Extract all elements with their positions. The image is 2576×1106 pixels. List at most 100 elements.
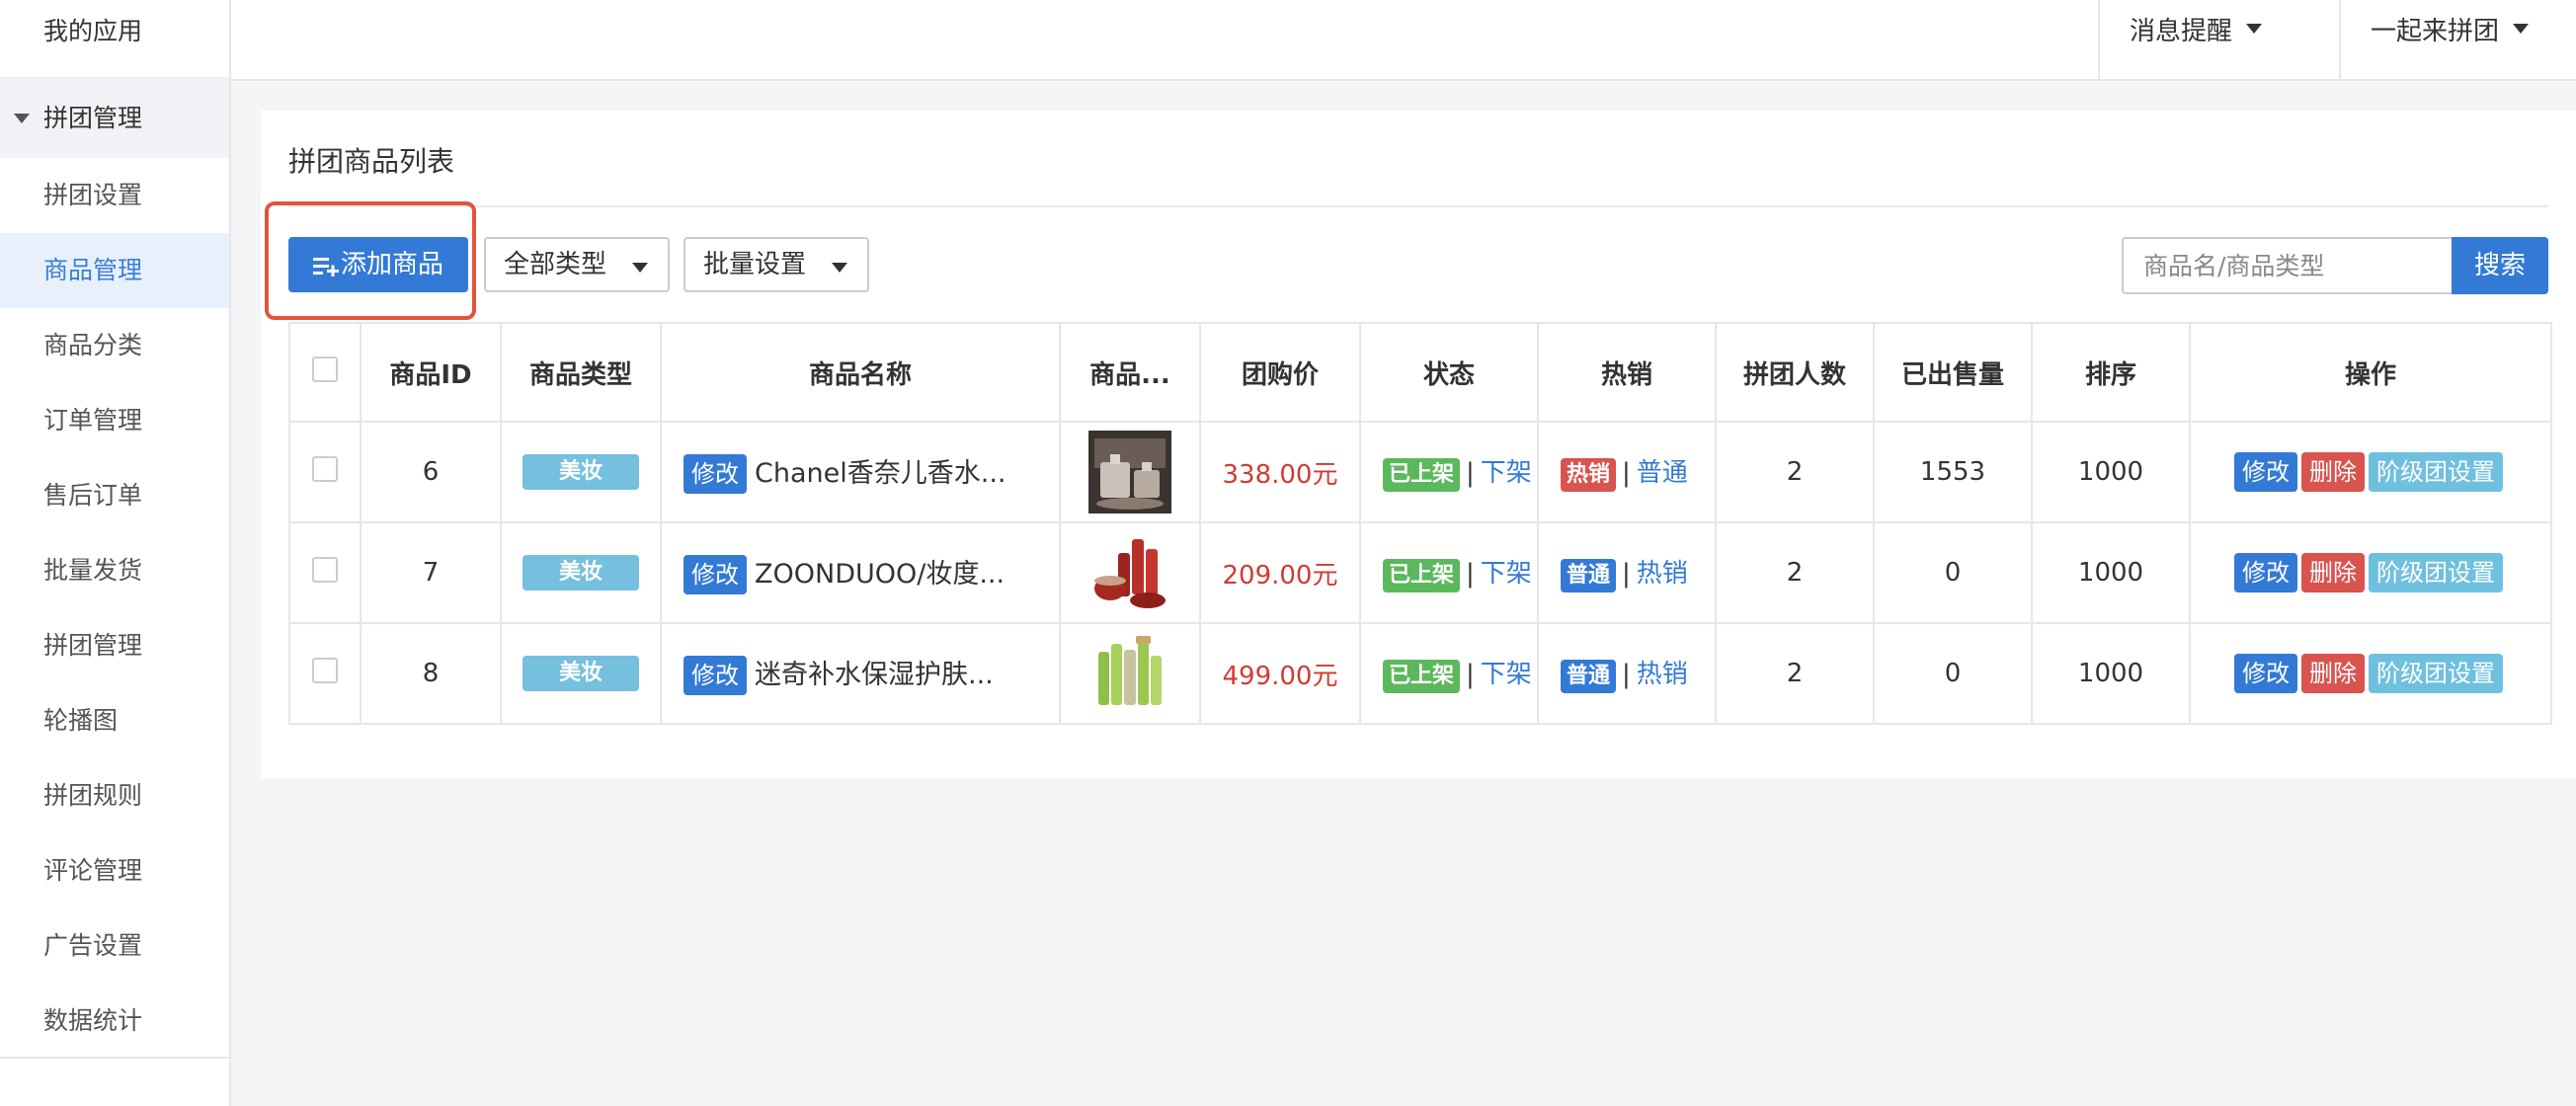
- row-select-cell: [288, 521, 362, 624]
- product-id: 8: [360, 622, 502, 725]
- nav-group-pintuan[interactable]: 拼团管理: [0, 79, 229, 158]
- column-header[interactable]: 热销: [1537, 322, 1717, 423]
- sidebar-item-product-category[interactable]: 商品分类: [0, 308, 229, 383]
- edit-name-button[interactable]: 修改: [684, 655, 747, 695]
- unlist-link[interactable]: 下架: [1481, 458, 1532, 488]
- hot-cell: 热销 | 普通: [1537, 421, 1717, 523]
- add-product-button[interactable]: 添加商品: [288, 237, 468, 292]
- sidebar-item-pintuan-settings[interactable]: 拼团设置: [0, 158, 229, 233]
- type-filter-label: 全部类型: [504, 250, 607, 279]
- sidebar-item-order-management[interactable]: 订单管理: [0, 383, 229, 458]
- unlist-link[interactable]: 下架: [1481, 559, 1532, 589]
- set-hot-link[interactable]: 热销: [1637, 559, 1688, 589]
- hot-badge: 热销: [1561, 458, 1617, 492]
- hot-cell: 普通 | 热销: [1537, 622, 1717, 725]
- column-header[interactable]: 状态: [1359, 322, 1539, 423]
- operations-cell: 修改 删除 阶级团设置: [2189, 521, 2552, 624]
- notifications-menu[interactable]: 消息提醒: [2098, 0, 2339, 79]
- row-select-cell: [288, 622, 362, 725]
- unlist-link[interactable]: 下架: [1481, 660, 1532, 689]
- column-header[interactable]: 已出售量: [1873, 322, 2033, 423]
- product-image-cell: [1059, 521, 1201, 624]
- column-header[interactable]: 拼团人数: [1715, 322, 1875, 423]
- group-size: 2: [1715, 622, 1875, 725]
- row-checkbox[interactable]: [312, 455, 338, 482]
- sidebar-item-statistics[interactable]: 数据统计: [0, 984, 229, 1059]
- sort-value: 1000: [2031, 421, 2191, 523]
- row-checkbox[interactable]: [312, 657, 338, 683]
- search-button[interactable]: 搜索: [2452, 237, 2548, 294]
- select-all-checkbox[interactable]: [312, 356, 338, 382]
- sidebar-item-reviews[interactable]: 评论管理: [0, 833, 229, 908]
- search-input[interactable]: [2122, 237, 2452, 294]
- sidebar-item-rules[interactable]: 拼团规则: [0, 758, 229, 833]
- edit-name-button[interactable]: 修改: [684, 554, 747, 594]
- column-header[interactable]: 商品ID: [360, 322, 502, 423]
- batch-settings-dropdown[interactable]: 批量设置: [684, 237, 869, 292]
- sidebar-item-batch-shipping[interactable]: 批量发货: [0, 533, 229, 608]
- group-size: 2: [1715, 521, 1875, 624]
- tier-settings-button[interactable]: 阶级团设置: [2369, 553, 2503, 592]
- perfume-icon: [1088, 431, 1171, 514]
- column-header: 操作: [2189, 322, 2552, 423]
- delete-button[interactable]: 删除: [2301, 654, 2365, 693]
- caret-down-icon: [2246, 23, 2263, 34]
- set-normal-link[interactable]: 普通: [1637, 458, 1688, 488]
- sidebar-item-ads[interactable]: 广告设置: [0, 908, 229, 984]
- row-checkbox[interactable]: [312, 556, 338, 583]
- tier-settings-button[interactable]: 阶级团设置: [2369, 452, 2503, 492]
- status-badge: 已上架: [1383, 559, 1461, 592]
- product-name-cell: 修改 ZOONDUOO/妆度...: [660, 521, 1061, 624]
- sidebar-divider: [0, 1057, 231, 1059]
- sidebar-item-after-sale[interactable]: 售后订单: [0, 458, 229, 533]
- product-id: 7: [360, 521, 502, 624]
- nav-group-label: 拼团管理: [43, 104, 143, 132]
- edit-button[interactable]: 修改: [2234, 452, 2297, 492]
- edit-name-button[interactable]: 修改: [684, 453, 747, 494]
- column-header[interactable]: 排序: [2031, 322, 2191, 423]
- sidebar-item-product-management[interactable]: 商品管理: [0, 233, 229, 308]
- product-image-cell: [1059, 421, 1201, 523]
- product-type-badge: 美妆: [523, 555, 639, 591]
- operations-cell: 修改 删除 阶级团设置: [2189, 622, 2552, 725]
- sort-value: 1000: [2031, 521, 2191, 624]
- product-table: 商品ID 商品类型 商品名称 商品... 团购价 状态 热销 拼团人数 已出售量…: [288, 322, 2552, 725]
- table-row: 7 美妆 修改 ZOONDUOO/妆度... 209.00元 已上架 | 下架 …: [288, 521, 2552, 624]
- column-header[interactable]: 商品...: [1059, 322, 1201, 423]
- column-header[interactable]: 商品名称: [660, 322, 1061, 423]
- sold-count: 0: [1873, 521, 2033, 624]
- set-hot-link[interactable]: 热销: [1637, 660, 1688, 689]
- tier-settings-button[interactable]: 阶级团设置: [2369, 654, 2503, 693]
- account-menu[interactable]: 一起来拼团: [2339, 0, 2576, 79]
- hot-cell: 普通 | 热销: [1537, 521, 1717, 624]
- edit-button[interactable]: 修改: [2234, 553, 2297, 592]
- product-type-cell: 美妆: [500, 622, 662, 725]
- table-header-row: 商品ID 商品类型 商品名称 商品... 团购价 状态 热销 拼团人数 已出售量…: [288, 322, 2552, 423]
- sidebar-item-carousel[interactable]: 轮播图: [0, 683, 229, 758]
- skincare-set-icon: [1088, 531, 1171, 614]
- sold-count: 0: [1873, 622, 2033, 725]
- status-cell: 已上架 | 下架: [1359, 521, 1539, 624]
- sidebar-item-group-management[interactable]: 拼团管理: [0, 608, 229, 683]
- product-type-badge: 美妆: [523, 656, 639, 691]
- product-type-cell: 美妆: [500, 521, 662, 624]
- notifications-label: 消息提醒: [2130, 17, 2233, 46]
- delete-button[interactable]: 删除: [2301, 452, 2365, 492]
- product-name: 迷奇补水保湿护肤...: [755, 659, 994, 690]
- column-header[interactable]: 商品类型: [500, 322, 662, 423]
- caret-down-icon: [2513, 23, 2530, 34]
- edit-button[interactable]: 修改: [2234, 654, 2297, 693]
- caret-down-icon: [632, 263, 648, 273]
- status-badge: 已上架: [1383, 660, 1461, 693]
- delete-button[interactable]: 删除: [2301, 553, 2365, 592]
- column-header[interactable]: 团购价: [1199, 322, 1361, 423]
- product-name: Chanel香奈儿香水...: [755, 457, 1006, 489]
- select-all-cell: [288, 322, 362, 423]
- list-add-icon: [312, 257, 339, 276]
- group-price: 338.00元: [1199, 421, 1361, 523]
- green-bottles-icon: [1088, 632, 1171, 715]
- type-filter-dropdown[interactable]: 全部类型: [484, 237, 670, 292]
- hot-badge: 普通: [1561, 660, 1617, 693]
- product-name-cell: 修改 Chanel香奈儿香水...: [660, 421, 1061, 523]
- product-list-panel: 拼团商品列表 添加商品 全部类型 批量设置 搜索 商品ID 商品类型: [261, 111, 2576, 778]
